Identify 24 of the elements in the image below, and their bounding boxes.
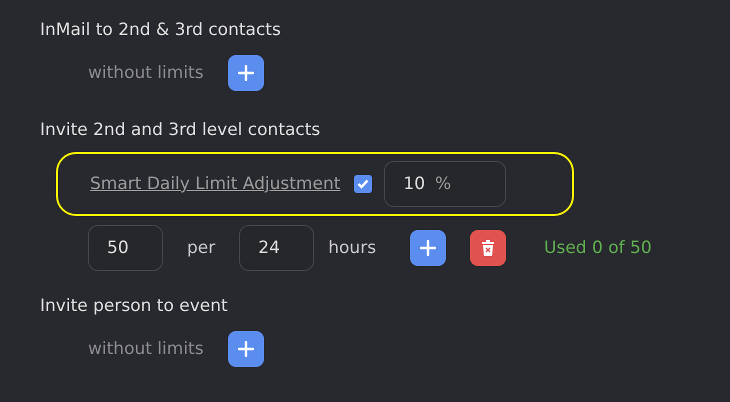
limit-note: without limits <box>88 63 204 83</box>
period-field[interactable]: 24 <box>239 225 314 271</box>
limit-note: without limits <box>88 339 204 359</box>
add-button[interactable] <box>410 230 446 266</box>
smart-limit-link[interactable]: Smart Daily Limit Adjustment <box>90 174 340 194</box>
percent-field[interactable]: 10 % <box>384 161 506 207</box>
plus-icon <box>238 341 254 357</box>
trash-icon <box>481 240 496 256</box>
check-icon <box>357 179 370 189</box>
percent-value: 10 <box>403 174 426 194</box>
usage-text: Used 0 of 50 <box>544 238 652 258</box>
per-label: per <box>187 238 216 258</box>
count-field[interactable]: 50 <box>88 225 163 271</box>
add-button[interactable] <box>228 55 264 91</box>
add-button[interactable] <box>228 331 264 367</box>
section-title: Invite 2nd and 3rd level contacts <box>40 119 322 142</box>
hours-label: hours <box>328 238 376 258</box>
plus-icon <box>238 65 254 81</box>
delete-button[interactable] <box>470 230 506 266</box>
plus-icon <box>420 240 436 256</box>
percent-unit: % <box>435 174 452 194</box>
section-title: Invite person to event <box>40 295 229 318</box>
checkbox[interactable] <box>354 175 372 193</box>
section-title: InMail to 2nd & 3rd contacts <box>40 19 282 42</box>
